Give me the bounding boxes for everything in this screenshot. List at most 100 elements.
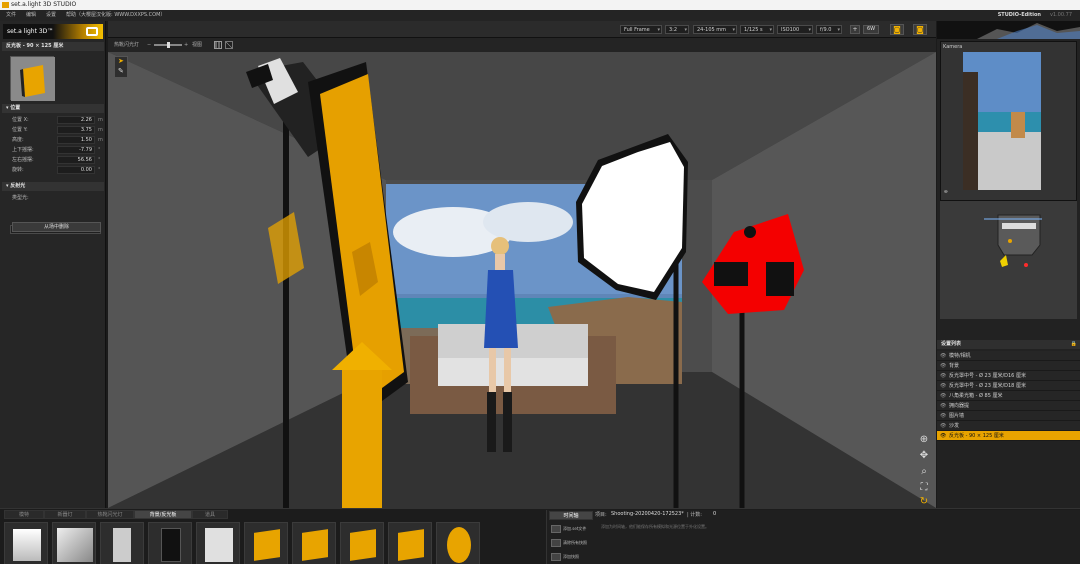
eye-icon[interactable]: 👁 xyxy=(940,411,946,421)
set-item-label: 沙发 xyxy=(949,423,960,429)
menu-help[interactable]: 帮助（大樱屋汉化版: WWW.DXXPS.COM） xyxy=(66,10,165,21)
set-item-octabox[interactable]: 👁 八角柔光箱 - Ø 85 厘米 xyxy=(937,391,1080,401)
flash-camera-button[interactable]: ◙ xyxy=(913,24,927,35)
iso-select[interactable]: ISO100 xyxy=(777,25,813,34)
library-tile-black-panel[interactable] xyxy=(148,522,192,564)
flash-subbar: 热靴闪光灯 − + 视图 xyxy=(108,38,936,52)
set-item-background[interactable]: 👁 背景 xyxy=(937,361,1080,371)
rotation-label: 旋转: xyxy=(12,167,24,173)
library-tile-white-sweep[interactable] xyxy=(4,522,48,564)
set-item-reflector-2[interactable]: 👁 反光罩中号 - Ø 23 厘米/D18 厘米 xyxy=(937,381,1080,391)
rotation-field[interactable]: 0.00 xyxy=(57,166,95,174)
set-item-5[interactable]: 👁 拥向器提 xyxy=(937,401,1080,411)
set-item-label: 图片墙 xyxy=(949,413,965,419)
pos-y-field[interactable]: 3.75 xyxy=(57,126,95,134)
library-tile-gold-round[interactable] xyxy=(436,522,480,564)
studio-viewport[interactable]: ➤ ✎ ⊕ ✥ ⌕ ⛶ ↻ xyxy=(108,52,936,508)
tab-timeline[interactable]: 时间轴 xyxy=(549,511,593,520)
clear-icon xyxy=(551,539,561,547)
add-set-label: 添加.set文件 xyxy=(563,526,587,531)
hotshoe-label: 热靴闪光灯 xyxy=(114,42,140,48)
edition-label: STUDIO-Edition xyxy=(997,12,1041,18)
lock-icon[interactable]: 🔒 xyxy=(1071,340,1077,349)
eye-icon[interactable]: 👁 xyxy=(940,391,946,401)
tilt-field[interactable]: -7.79 xyxy=(57,146,95,154)
tab-models[interactable]: 模特 xyxy=(4,510,44,519)
link-icon[interactable]: ⚭ xyxy=(943,188,949,196)
library-tile-gold-3[interactable] xyxy=(340,522,384,564)
power-slider-handle[interactable] xyxy=(167,42,170,48)
menu-file[interactable]: 文件 xyxy=(6,10,16,21)
grid-icon[interactable] xyxy=(214,41,222,49)
library-tile-panel[interactable] xyxy=(100,522,144,564)
diagonal-icon[interactable] xyxy=(225,41,233,49)
menu-edit[interactable]: 编辑 xyxy=(26,10,36,21)
pan-field[interactable]: 56.56 xyxy=(57,156,95,164)
pos-x-field[interactable]: 2.26 xyxy=(57,116,95,124)
slider-minus[interactable]: − xyxy=(147,38,151,52)
move-icon[interactable]: ✥ xyxy=(918,450,930,462)
set-item-sofa[interactable]: 👁 沙发 xyxy=(937,421,1080,431)
eye-icon[interactable]: 👁 xyxy=(940,361,946,371)
tilt-label: 上下摇摆: xyxy=(12,147,34,153)
eye-icon[interactable]: 👁 xyxy=(940,371,946,381)
pos-y-label: 位置 Y: xyxy=(12,127,28,133)
library-tile-gold-2[interactable] xyxy=(292,522,336,564)
eye-icon[interactable]: 👁 xyxy=(940,401,946,411)
add-button[interactable]: + xyxy=(850,25,860,34)
menu-settings[interactable]: 设置 xyxy=(46,10,56,21)
pencil-icon[interactable]: ✎ xyxy=(118,67,124,75)
set-item-label: 反光罩中号 - Ø 23 厘米/D16 厘米 xyxy=(949,373,1026,379)
set-item-label: 背景 xyxy=(949,363,960,369)
set-list-title: 设置列表 xyxy=(941,341,962,347)
aperture-select[interactable]: f/9.0 xyxy=(816,25,842,34)
library-bar: 模特 新器灯 热靴闪光灯 背景/反光板 道具 时间轴 项目: Shooting-… xyxy=(0,508,1080,564)
reflector-header-label: 反射光 xyxy=(10,183,26,189)
tab-studio-lights[interactable]: 新器灯 xyxy=(44,510,86,519)
eye-icon[interactable]: 👁 xyxy=(940,421,946,431)
remove-from-scene-button[interactable]: 从场中删除 xyxy=(12,222,101,232)
set-item-reflector-panel[interactable]: 👁 反光板 - 90 × 125 厘米 xyxy=(937,431,1080,441)
wb-button[interactable]: 6W xyxy=(863,25,879,34)
eye-icon[interactable]: 👁 xyxy=(940,351,946,361)
add-set-file-button[interactable]: 添加.set文件 xyxy=(551,524,595,534)
set-list-header: 设置列表 🔒 xyxy=(937,340,1080,349)
studio-scene xyxy=(108,52,936,508)
top-view-map[interactable] xyxy=(940,201,1077,319)
slider-plus[interactable]: + xyxy=(184,38,188,52)
eye-icon[interactable]: 👁 xyxy=(940,381,946,391)
rotate-icon[interactable]: ↻ xyxy=(918,496,930,508)
tab-flash[interactable]: 热靴闪光灯 xyxy=(86,510,134,519)
rotation-unit: ° xyxy=(98,167,101,173)
eye-icon[interactable]: 👁 xyxy=(940,431,946,441)
add-snapshot-button[interactable]: 添加快照 xyxy=(551,552,595,562)
set-item-reflector-1[interactable]: 👁 反光罩中号 - Ø 23 厘米/D16 厘米 xyxy=(937,371,1080,381)
library-tile-gold-1[interactable] xyxy=(244,522,288,564)
lens-select[interactable]: 24-105 mm xyxy=(693,25,737,34)
target-icon[interactable]: ⊕ xyxy=(918,434,930,446)
library-tile-white-box[interactable] xyxy=(52,522,96,564)
set-item-picture-wall[interactable]: 👁 图片墙 xyxy=(937,411,1080,421)
app-icon xyxy=(2,2,9,8)
tab-props[interactable]: 道具 xyxy=(192,510,228,519)
ratio-select[interactable]: 3:2 xyxy=(665,25,689,34)
pan-row: 左右摇摆: 56.56 ° xyxy=(12,156,102,165)
camera-button[interactable]: ◙ xyxy=(890,24,904,35)
zoom-icon[interactable]: ⌕ xyxy=(918,466,930,478)
shutter-select[interactable]: 1/125 s xyxy=(740,25,774,34)
tab-backgrounds[interactable]: 背景/反光板 xyxy=(134,510,192,519)
set-item-label: 反光罩中号 - Ø 23 厘米/D18 厘米 xyxy=(949,383,1026,389)
pos-x-unit: m xyxy=(98,117,103,123)
camera-label: Kamera xyxy=(943,44,963,50)
library-tile-gold-4[interactable] xyxy=(388,522,432,564)
height-label: 高度: xyxy=(12,137,24,143)
library-tile-white-panel[interactable] xyxy=(196,522,240,564)
fit-icon[interactable]: ⛶ xyxy=(918,482,930,494)
pos-x-label: 位置 X: xyxy=(12,117,29,123)
set-item-model[interactable]: 👁 模特/相机 xyxy=(937,351,1080,361)
height-field[interactable]: 1.50 xyxy=(57,136,95,144)
pointer-icon[interactable]: ➤ xyxy=(118,57,124,65)
camera-toolbar: Full Frame 3:2 24-105 mm 1/125 s ISO100 … xyxy=(108,21,936,38)
clear-snapshots-button[interactable]: 清除所有快照 xyxy=(551,538,595,548)
frame-select[interactable]: Full Frame xyxy=(620,25,662,34)
